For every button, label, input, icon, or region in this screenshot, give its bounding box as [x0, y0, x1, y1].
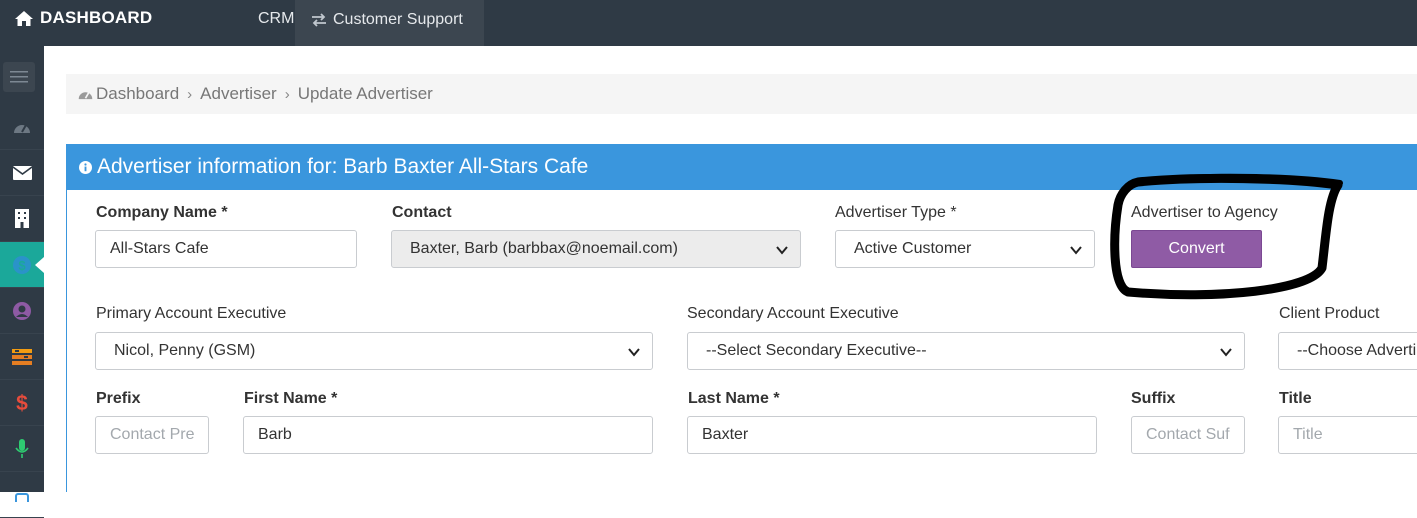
panel-header: Advertiser information for: Barb Baxter … [67, 144, 1417, 190]
sidebar-item-billing[interactable]: $ [0, 380, 44, 426]
advertiser-to-agency-label: Advertiser to Agency [1131, 204, 1278, 221]
company-name-label: Company Name * [96, 204, 228, 221]
title-input[interactable]: Title [1278, 416, 1417, 454]
advertiser-type-value: Active Customer [854, 240, 972, 257]
client-product-select[interactable]: --Choose Adverti [1278, 332, 1417, 370]
microphone-icon [15, 438, 29, 458]
breadcrumb-item-current: Update Advertiser [297, 84, 433, 103]
primary-ae-label: Primary Account Executive [96, 305, 287, 322]
tachometer-icon [78, 91, 93, 100]
svg-text:$: $ [16, 392, 28, 414]
chevron-down-icon [1220, 348, 1232, 357]
title-label: Title [1279, 390, 1312, 407]
breadcrumb-separator: › [284, 85, 290, 103]
secondary-ae-value: --Select Secondary Executive-- [706, 342, 927, 359]
client-product-label: Client Product [1279, 305, 1380, 322]
chevron-down-icon [776, 246, 788, 255]
first-name-input[interactable]: Barb [243, 416, 653, 454]
chevron-down-icon [628, 348, 640, 357]
contact-select[interactable]: Baxter, Barb (barbbax@noemail.com) [391, 230, 801, 268]
sidebar-item-building[interactable] [0, 196, 44, 242]
client-product-value: --Choose Adverti [1297, 342, 1417, 359]
advertiser-type-label: Advertiser Type * [835, 204, 957, 221]
last-name-label: Last Name * [688, 390, 780, 407]
tachometer-icon [14, 124, 30, 133]
sidebar-item-advertisers[interactable]: $ [0, 242, 44, 288]
dollar-icon: $ [16, 392, 28, 414]
contact-label: Contact [392, 204, 452, 221]
exchange-icon [312, 13, 326, 27]
primary-ae-select[interactable]: Nicol, Penny (GSM) [95, 332, 653, 370]
dollar-circle-icon: $ [13, 255, 31, 274]
envelope-icon [12, 165, 32, 180]
menu-icon [10, 71, 28, 83]
breadcrumb: Dashboard › Advertiser › Update Advertis… [66, 74, 1417, 114]
svg-text:$: $ [18, 258, 26, 273]
nav-customer-support[interactable]: Customer Support [295, 0, 484, 46]
first-name-label: First Name * [244, 390, 338, 407]
dashboard-brand-link[interactable]: DASHBOARD [14, 7, 152, 29]
sidebar-item-mail[interactable] [0, 150, 44, 196]
last-name-input[interactable]: Baxter [687, 416, 1097, 454]
convert-button[interactable]: Convert [1131, 230, 1262, 268]
sidebar-item-users[interactable] [0, 288, 44, 334]
suffix-label: Suffix [1131, 390, 1176, 407]
contact-select-value: Baxter, Barb (barbbax@noemail.com) [410, 240, 678, 257]
secondary-ae-select[interactable]: --Select Secondary Executive-- [687, 332, 1245, 370]
sidebar-item-more[interactable] [0, 472, 44, 518]
secondary-ae-label: Secondary Account Executive [687, 305, 899, 322]
company-name-input[interactable]: All-Stars Cafe [95, 230, 357, 268]
nav-customer-support-label: Customer Support [333, 11, 463, 28]
square-icon [15, 492, 29, 502]
breadcrumb-separator: › [187, 85, 193, 103]
sidebar-item-dashboard[interactable] [0, 104, 44, 150]
primary-ae-value: Nicol, Penny (GSM) [114, 342, 256, 359]
top-navbar: DASHBOARD CRM Customer Support [0, 0, 1417, 46]
chevron-down-icon [1070, 246, 1082, 255]
info-circle-icon [79, 160, 92, 174]
brand-label: DASHBOARD [40, 8, 153, 27]
sidebar-item-inventory[interactable] [0, 334, 44, 380]
building-icon [15, 209, 29, 228]
sidebar-item-audio[interactable] [0, 426, 44, 472]
prefix-label: Prefix [96, 390, 141, 407]
sidebar: $ $ [0, 46, 44, 518]
prefix-input[interactable]: Contact Pre [95, 416, 209, 454]
breadcrumb-item-dashboard[interactable]: Dashboard [96, 84, 179, 104]
sidebar-toggle-button[interactable] [3, 62, 35, 92]
nav-crm[interactable]: CRM [258, 10, 294, 28]
home-icon [15, 10, 33, 26]
suffix-input[interactable]: Contact Suf [1131, 416, 1245, 454]
stack-icon [12, 348, 32, 365]
user-circle-icon [13, 301, 31, 320]
breadcrumb-item-advertiser[interactable]: Advertiser [200, 84, 277, 104]
panel-title: Advertiser information for: Barb Baxter … [97, 155, 589, 178]
advertiser-type-select[interactable]: Active Customer [835, 230, 1095, 268]
